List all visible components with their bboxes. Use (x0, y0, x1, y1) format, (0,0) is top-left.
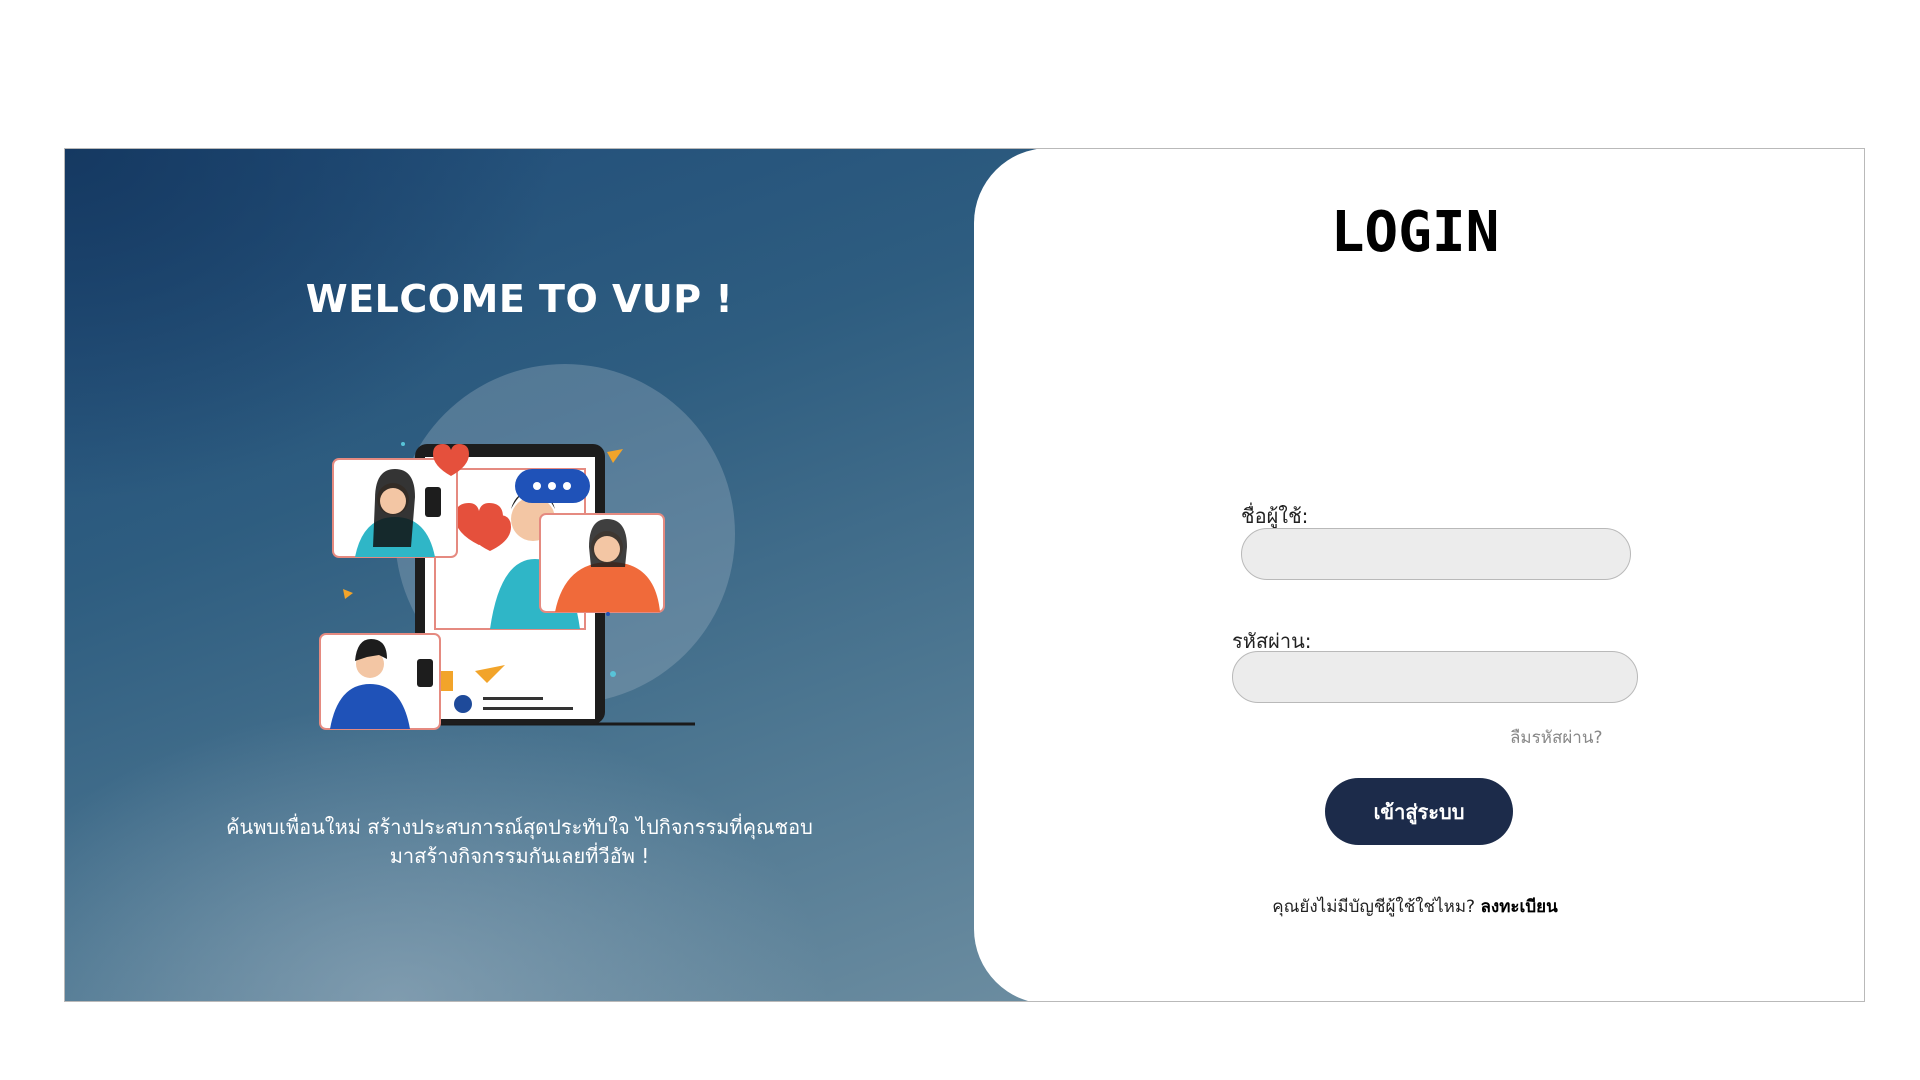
hero-subtitle-line-2: มาสร้างกิจกรรมกันเลยที่วีอัพ ! (389, 844, 650, 868)
login-title: LOGIN (1330, 200, 1500, 265)
username-input[interactable] (1241, 528, 1631, 580)
social-illustration (319, 364, 735, 730)
register-prompt-line: คุณยังไม่มีบัญชีผู้ใช้ใช่ไหม? ลงทะเบียน (1150, 893, 1680, 920)
register-link[interactable]: ลงทะเบียน (1480, 897, 1557, 917)
hero-subtitle: ค้นพบเพื่อนใหม่ สร้างประสบการณ์สุดประทับ… (65, 813, 974, 871)
forgot-password-link[interactable]: ลืมรหัสผ่าน? (1510, 724, 1603, 751)
password-input[interactable] (1232, 651, 1638, 703)
login-button[interactable]: เข้าสู่ระบบ (1325, 778, 1513, 845)
hero-title: WELCOME TO VUP ! (305, 277, 734, 321)
hero-subtitle-line-1: ค้นพบเพื่อนใหม่ สร้างประสบการณ์สุดประทับ… (226, 815, 813, 839)
register-prompt-text: คุณยังไม่มีบัญชีผู้ใช้ใช่ไหม? (1272, 897, 1476, 917)
